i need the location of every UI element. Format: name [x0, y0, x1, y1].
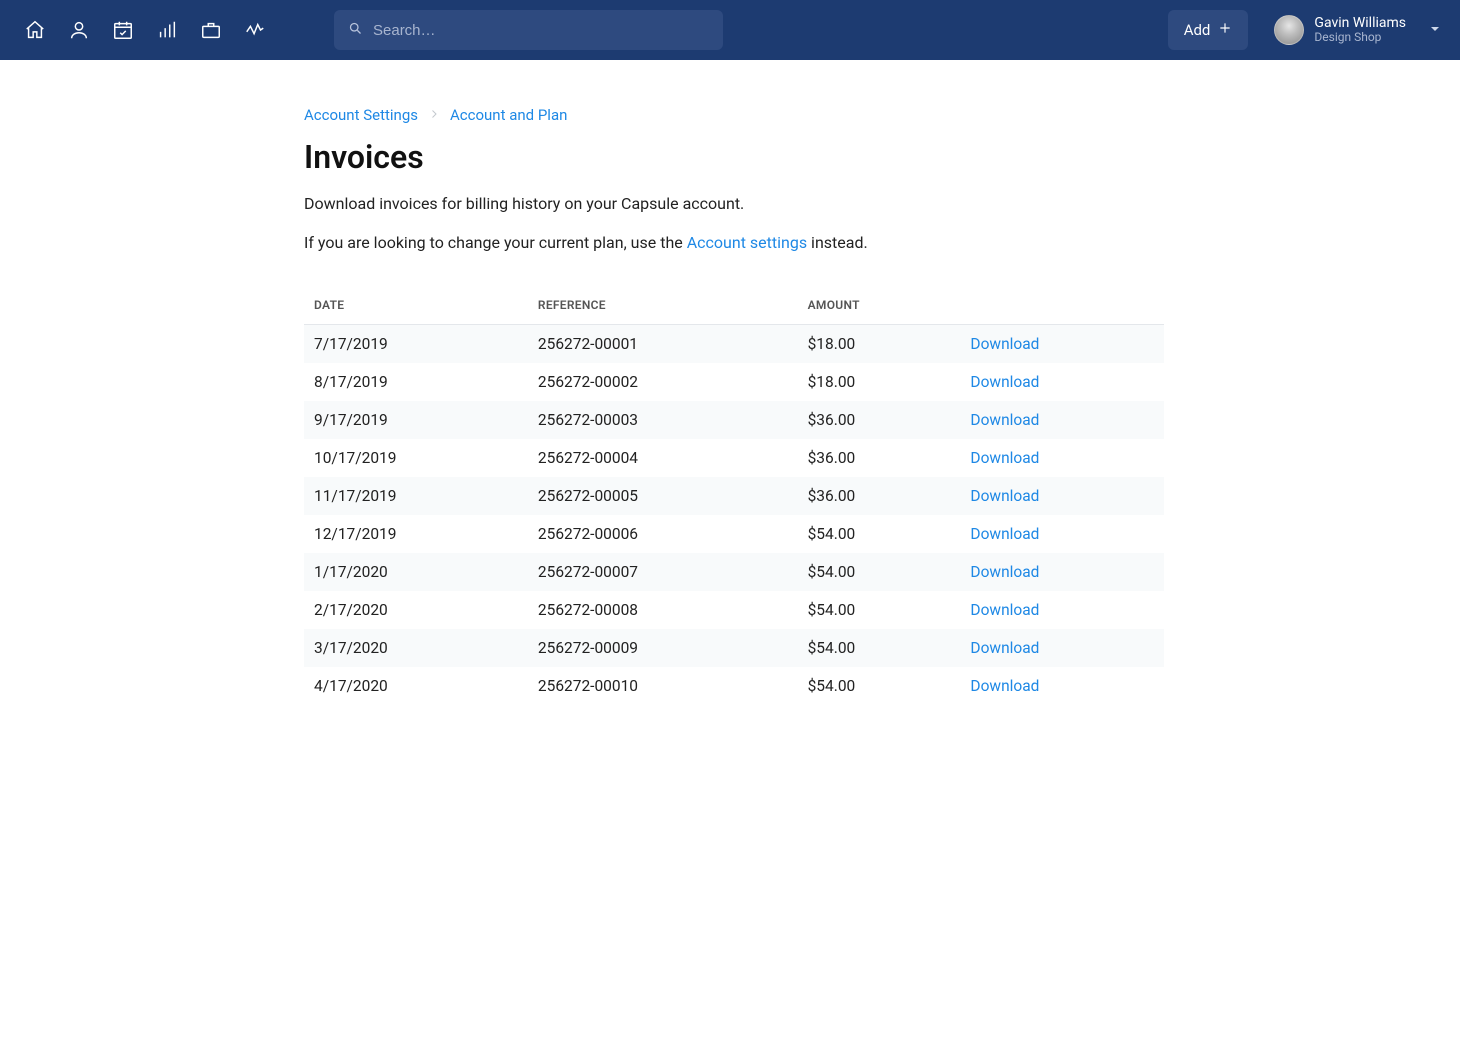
calendar-check-icon[interactable] — [112, 19, 134, 41]
cell-reference: 256272-00010 — [528, 667, 798, 705]
cell-action: Download — [960, 515, 1164, 553]
cell-amount: $54.00 — [798, 629, 961, 667]
cell-amount: $18.00 — [798, 363, 961, 401]
cell-date: 7/17/2019 — [304, 325, 528, 364]
add-button-label: Add — [1184, 21, 1211, 39]
col-action — [960, 286, 1164, 325]
table-row: 3/17/2020256272-00009$54.00 Download — [304, 629, 1164, 667]
cell-reference: 256272-00009 — [528, 629, 798, 667]
cell-date: 2/17/2020 — [304, 591, 528, 629]
download-link[interactable]: Download — [970, 335, 1039, 353]
briefcase-icon[interactable] — [200, 19, 222, 41]
cell-action: Download — [960, 591, 1164, 629]
plan-change-suffix: instead. — [807, 233, 868, 252]
chevron-down-icon — [1416, 22, 1440, 38]
avatar — [1274, 15, 1304, 45]
table-row: 2/17/2020256272-00008$54.00 Download — [304, 591, 1164, 629]
table-row: 10/17/2019256272-00004$36.00 Download — [304, 439, 1164, 477]
account-settings-link[interactable]: Account settings — [687, 233, 807, 252]
page-title: Invoices — [304, 138, 1164, 176]
search-input[interactable] — [373, 22, 709, 39]
table-row: 4/17/2020256272-00010$54.00 Download — [304, 667, 1164, 705]
cell-date: 4/17/2020 — [304, 667, 528, 705]
add-button[interactable]: Add — [1168, 10, 1249, 50]
cell-action: Download — [960, 401, 1164, 439]
download-link[interactable]: Download — [970, 373, 1039, 391]
user-name: Gavin Williams — [1314, 15, 1406, 31]
invoices-table: DATE REFERENCE AMOUNT 7/17/2019256272-00… — [304, 286, 1164, 705]
download-link[interactable]: Download — [970, 677, 1039, 695]
cell-amount: $18.00 — [798, 325, 961, 364]
breadcrumb: Account Settings Account and Plan — [304, 106, 1164, 124]
download-link[interactable]: Download — [970, 487, 1039, 505]
download-link[interactable]: Download — [970, 639, 1039, 657]
user-menu[interactable]: Gavin Williams Design Shop — [1274, 15, 1440, 45]
cell-date: 1/17/2020 — [304, 553, 528, 591]
table-row: 7/17/2019256272-00001$18.00 Download — [304, 325, 1164, 364]
cell-date: 8/17/2019 — [304, 363, 528, 401]
plan-change-prefix: If you are looking to change your curren… — [304, 233, 687, 252]
col-reference: REFERENCE — [528, 286, 798, 325]
cell-action: Download — [960, 667, 1164, 705]
cell-action: Download — [960, 477, 1164, 515]
search-field[interactable] — [334, 10, 723, 50]
home-icon[interactable] — [24, 19, 46, 41]
col-amount: AMOUNT — [798, 286, 961, 325]
cell-amount: $54.00 — [798, 515, 961, 553]
download-link[interactable]: Download — [970, 525, 1039, 543]
breadcrumb-current[interactable]: Account and Plan — [450, 106, 567, 124]
table-row: 12/17/2019256272-00006$54.00 Download — [304, 515, 1164, 553]
cell-amount: $54.00 — [798, 553, 961, 591]
person-icon[interactable] — [68, 19, 90, 41]
search-wrap — [334, 10, 723, 50]
download-link[interactable]: Download — [970, 411, 1039, 429]
cell-reference: 256272-00001 — [528, 325, 798, 364]
cell-amount: $36.00 — [798, 439, 961, 477]
cell-action: Download — [960, 553, 1164, 591]
cell-amount: $54.00 — [798, 667, 961, 705]
table-header-row: DATE REFERENCE AMOUNT — [304, 286, 1164, 325]
cell-action: Download — [960, 439, 1164, 477]
cell-reference: 256272-00002 — [528, 363, 798, 401]
bars-icon[interactable] — [156, 19, 178, 41]
cell-action: Download — [960, 325, 1164, 364]
page-subtitle: Download invoices for billing history on… — [304, 194, 1164, 213]
download-link[interactable]: Download — [970, 449, 1039, 467]
plan-change-text: If you are looking to change your curren… — [304, 233, 1164, 252]
cell-date: 11/17/2019 — [304, 477, 528, 515]
chevron-right-icon — [428, 106, 440, 124]
cell-date: 12/17/2019 — [304, 515, 528, 553]
activity-icon[interactable] — [244, 19, 266, 41]
top-nav: Add Gavin Williams Design Shop — [0, 0, 1460, 60]
cell-amount: $36.00 — [798, 477, 961, 515]
cell-date: 3/17/2020 — [304, 629, 528, 667]
download-link[interactable]: Download — [970, 601, 1039, 619]
table-row: 8/17/2019256272-00002$18.00 Download — [304, 363, 1164, 401]
cell-amount: $36.00 — [798, 401, 961, 439]
cell-reference: 256272-00003 — [528, 401, 798, 439]
cell-reference: 256272-00006 — [528, 515, 798, 553]
user-text: Gavin Williams Design Shop — [1314, 15, 1406, 45]
cell-action: Download — [960, 363, 1164, 401]
download-link[interactable]: Download — [970, 563, 1039, 581]
table-row: 9/17/2019256272-00003$36.00 Download — [304, 401, 1164, 439]
cell-action: Download — [960, 629, 1164, 667]
search-icon — [348, 21, 373, 40]
table-row: 1/17/2020256272-00007$54.00 Download — [304, 553, 1164, 591]
col-date: DATE — [304, 286, 528, 325]
breadcrumb-root[interactable]: Account Settings — [304, 106, 418, 124]
plus-icon — [1218, 21, 1232, 39]
cell-date: 10/17/2019 — [304, 439, 528, 477]
cell-date: 9/17/2019 — [304, 401, 528, 439]
table-row: 11/17/2019256272-00005$36.00 Download — [304, 477, 1164, 515]
cell-amount: $54.00 — [798, 591, 961, 629]
cell-reference: 256272-00004 — [528, 439, 798, 477]
nav-icon-group — [14, 19, 276, 41]
cell-reference: 256272-00005 — [528, 477, 798, 515]
user-subtitle: Design Shop — [1314, 31, 1406, 45]
cell-reference: 256272-00007 — [528, 553, 798, 591]
page-content: Account Settings Account and Plan Invoic… — [304, 106, 1164, 705]
cell-reference: 256272-00008 — [528, 591, 798, 629]
